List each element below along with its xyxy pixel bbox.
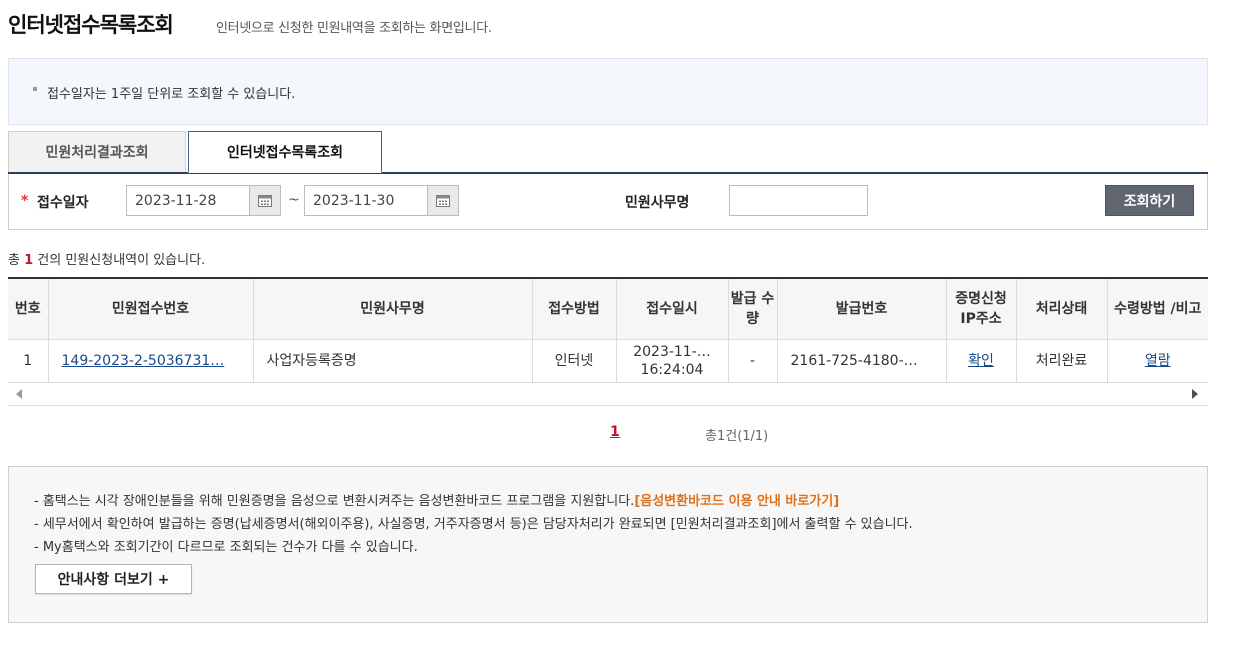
required-mark: * bbox=[21, 193, 29, 209]
scroll-right-icon[interactable] bbox=[1192, 389, 1198, 399]
cell-date-time: 16:24:04 bbox=[640, 361, 704, 378]
bullet-icon bbox=[33, 87, 37, 91]
cell-service-name: 사업자등록증명 bbox=[253, 339, 533, 383]
table-header-row: 번호 민원접수번호 민원사무명 접수방법 접수일시 발급 수량 발급번호 증명신… bbox=[8, 277, 1208, 340]
page-description: 인터넷으로 신청한 민원내역을 조회하는 화면입니다. bbox=[216, 21, 492, 36]
calendar-icon bbox=[258, 195, 272, 207]
cell-date: 2023-11-… 16:24:04 bbox=[616, 339, 729, 383]
service-name-input[interactable] bbox=[729, 185, 868, 216]
scroll-left-icon[interactable] bbox=[16, 389, 22, 399]
cell-method: 인터넷 bbox=[532, 339, 617, 383]
count-suffix: 건의 민원신청내역이 있습니다. bbox=[37, 253, 206, 268]
view-link[interactable]: 열람 bbox=[1145, 353, 1171, 369]
guide-line-1: - 홈택스는 시각 장애인분들을 위해 민원증명을 음성으로 변환시켜주는 음성… bbox=[34, 490, 839, 509]
col-header-receipt-no: 민원접수번호 bbox=[48, 277, 254, 340]
result-table: 번호 민원접수번호 민원사무명 접수방법 접수일시 발급 수량 발급번호 증명신… bbox=[8, 277, 1208, 383]
guide-line-3: - My홈택스와 조회기간이 다르므로 조회되는 건수가 다를 수 있습니다. bbox=[34, 540, 418, 555]
table-row: 1 149-2023-2-5036731… 사업자등록증명 인터넷 2023-1… bbox=[8, 339, 1208, 383]
col-header-issue-qty: 발급 수량 bbox=[728, 277, 778, 340]
col-header-no: 번호 bbox=[8, 277, 49, 340]
guide-text-1: - 홈택스는 시각 장애인분들을 위해 민원증명을 음성으로 변환시켜주는 음성… bbox=[34, 494, 635, 509]
guide-box: - 홈택스는 시각 장애인분들을 위해 민원증명을 음성으로 변환시켜주는 음성… bbox=[8, 466, 1208, 623]
receipt-no-link[interactable]: 149-2023-2-5036731… bbox=[62, 353, 225, 369]
cell-ip: 확인 bbox=[946, 339, 1017, 383]
count-number: 1 bbox=[24, 253, 34, 268]
calendar-to-button[interactable] bbox=[427, 185, 459, 216]
calendar-from-button[interactable] bbox=[249, 185, 281, 216]
service-name-label: 민원사무명 bbox=[625, 195, 690, 211]
result-count: 총 1 건의 민원신청내역이 있습니다. bbox=[8, 249, 205, 268]
col-header-issue-no: 발급번호 bbox=[777, 277, 947, 340]
notice-box: 접수일자는 1주일 단위로 조회할 수 있습니다. bbox=[8, 58, 1208, 125]
date-from-input[interactable]: 2023-11-28 bbox=[126, 185, 250, 216]
count-prefix: 총 bbox=[8, 253, 20, 268]
col-header-service-name: 민원사무명 bbox=[253, 277, 533, 340]
page-title: 인터넷접수목록조회 bbox=[8, 13, 174, 37]
tab-result-inquiry[interactable]: 민원처리결과조회 bbox=[8, 131, 186, 172]
notice-text: 접수일자는 1주일 단위로 조회할 수 있습니다. bbox=[47, 87, 296, 102]
cell-status: 처리완료 bbox=[1016, 339, 1108, 383]
search-button[interactable]: 조회하기 bbox=[1105, 185, 1194, 216]
calendar-icon bbox=[436, 195, 450, 207]
date-separator: ~ bbox=[288, 192, 300, 208]
tab-internet-receipt-list[interactable]: 인터넷접수목록조회 bbox=[188, 131, 382, 173]
more-info-button[interactable]: 안내사항 더보기 + bbox=[35, 564, 192, 594]
cell-no: 1 bbox=[8, 339, 49, 383]
cell-date-day: 2023-11-… bbox=[633, 343, 711, 360]
col-header-status: 처리상태 bbox=[1016, 277, 1108, 340]
page-number-current[interactable]: 1 bbox=[610, 424, 620, 440]
cell-issue-no: 2161-725-4180-… bbox=[777, 339, 947, 383]
cell-receipt-no: 149-2023-2-5036731… bbox=[48, 339, 254, 383]
guide-line-2: - 세무서에서 확인하여 발급하는 증명(납세증명서(해외이주용), 사실증명,… bbox=[34, 517, 913, 532]
voice-barcode-link[interactable]: [음성변환바코드 이용 안내 바로가기] bbox=[634, 494, 839, 509]
horizontal-scrollbar[interactable] bbox=[8, 383, 1208, 406]
ip-check-link[interactable]: 확인 bbox=[968, 353, 994, 369]
col-header-date: 접수일시 bbox=[616, 277, 729, 340]
col-header-receive: 수령방법 /비고 bbox=[1107, 277, 1208, 340]
col-header-method: 접수방법 bbox=[532, 277, 617, 340]
search-panel: * 접수일자 2023-11-28 ~ 2023-11-30 민원사무명 조회하… bbox=[8, 174, 1208, 230]
cell-issue-qty: - bbox=[728, 339, 778, 383]
page-total: 총1건(1/1) bbox=[705, 429, 769, 444]
col-header-ip: 증명신청 IP주소 bbox=[946, 277, 1017, 340]
cell-receive: 열람 bbox=[1107, 339, 1208, 383]
date-label: 접수일자 bbox=[37, 195, 89, 211]
date-to-input[interactable]: 2023-11-30 bbox=[304, 185, 428, 216]
